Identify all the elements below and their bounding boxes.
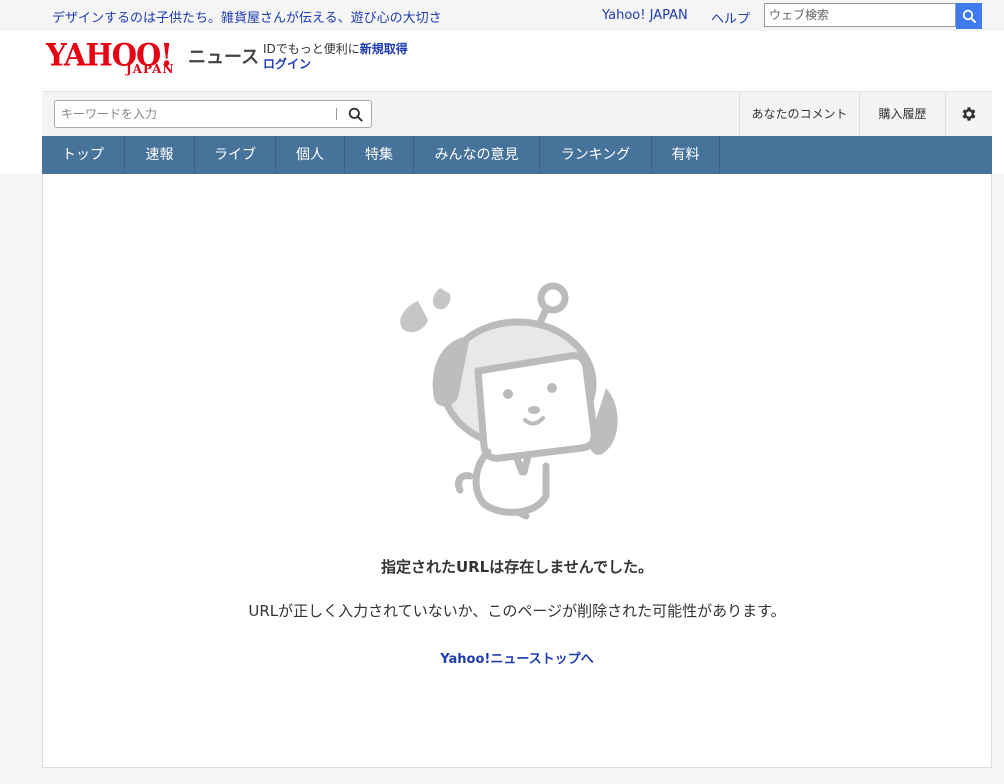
search-icon [348, 107, 363, 122]
error-title: 指定されたURLは存在しませんでした。 [380, 558, 654, 576]
purchase-history-link[interactable]: 購入履歴 [859, 92, 945, 136]
category-breaking[interactable]: 速報 [125, 136, 195, 174]
category-top[interactable]: トップ [42, 136, 125, 174]
web-search-form [764, 3, 982, 29]
news-top-link-wrapper: Yahoo!ニューストップへ [43, 648, 991, 667]
news-search-form [54, 100, 372, 128]
help-link[interactable]: ヘルプ [711, 8, 750, 27]
web-search-input[interactable] [764, 3, 956, 27]
top-bar: デザインするのは子供たち。雑貨屋さんが伝える、遊び心の大切さ Yahoo! JA… [0, 0, 1004, 31]
news-search-input[interactable] [54, 100, 372, 128]
promo-link[interactable]: デザインするのは子供たち。雑貨屋さんが伝える、遊び心の大切さ [52, 7, 442, 26]
mascot-robot-dog-icon [400, 282, 618, 520]
search-icon [962, 9, 976, 23]
error-description: URLが正しく入力されていないか、このページが削除された可能性があります。 [248, 602, 786, 620]
category-paid[interactable]: 有料 [652, 136, 720, 174]
gear-icon [962, 107, 976, 121]
search-divider [336, 108, 337, 120]
your-comments-link[interactable]: あなたのコメント [739, 92, 859, 136]
category-nav: トップ 速報 ライブ 個人 特集 みんなの意見 ランキング 有料 [42, 136, 992, 174]
tool-row: あなたのコメント 購入履歴 [42, 91, 992, 136]
news-search-button[interactable] [342, 102, 368, 126]
settings-button[interactable] [945, 92, 992, 136]
register-link[interactable]: 新規取得 [360, 42, 408, 56]
yahoo-japan-link[interactable]: Yahoo! JAPAN [602, 8, 688, 23]
login-prefix: IDでもっと便利に [263, 42, 360, 56]
news-top-link[interactable]: Yahoo!ニューストップへ [440, 652, 593, 667]
logo-service-name: ニュース [188, 47, 260, 68]
main-content: 指定されたURLは存在しませんでした。 URLが正しく入力されていないか、このペ… [42, 174, 992, 768]
logo-sub: JAPAN [126, 62, 175, 76]
category-ranking[interactable]: ランキング [540, 136, 652, 174]
category-individual[interactable]: 個人 [276, 136, 345, 174]
category-opinions[interactable]: みんなの意見 [414, 136, 540, 174]
category-live[interactable]: ライブ [195, 136, 276, 174]
login-link[interactable]: ログイン [263, 55, 311, 72]
web-search-button[interactable] [956, 3, 982, 29]
yahoo-news-logo[interactable]: YAHOO! JAPAN [46, 39, 186, 80]
category-feature[interactable]: 特集 [345, 136, 414, 174]
